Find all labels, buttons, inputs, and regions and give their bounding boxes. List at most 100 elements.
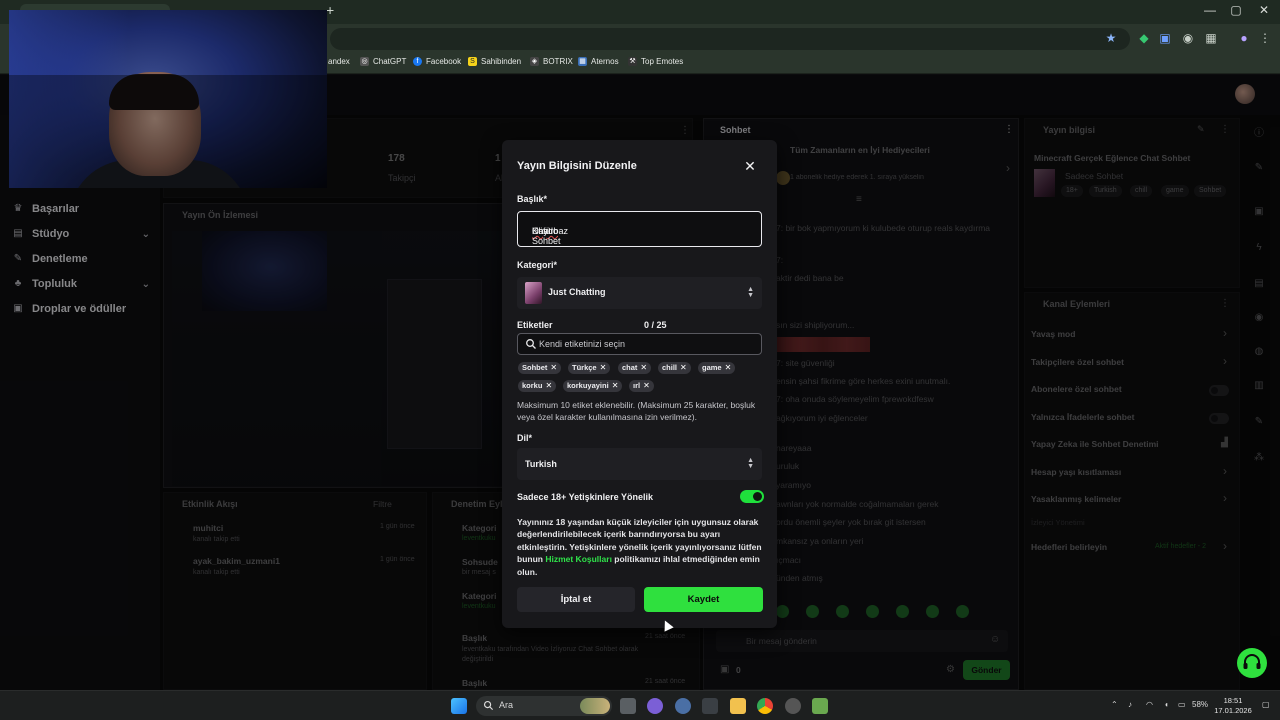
minimize-icon[interactable]: — — [1196, 3, 1224, 17]
category-label: Kategori* — [517, 260, 558, 270]
select-arrows-icon: ▲ ▼ — [747, 286, 754, 299]
mic-icon[interactable]: ♪ — [1128, 700, 1132, 709]
extensions-puzzle-icon[interactable]: ▦ — [1204, 31, 1218, 45]
bookmark-facebook[interactable]: f Facebook — [413, 57, 461, 66]
task-view-icon[interactable] — [620, 698, 636, 714]
settings-icon[interactable] — [675, 698, 691, 714]
remove-tag-icon[interactable]: ✕ — [612, 381, 619, 390]
notifications-icon[interactable]: ▢ — [1262, 700, 1270, 709]
tag-chip[interactable]: game ✕ — [698, 362, 736, 374]
category-thumbnail — [525, 282, 542, 304]
bookmark-label: Top Emotes — [641, 57, 684, 66]
extension-icon[interactable]: ◉ — [1181, 31, 1195, 45]
tag-chip[interactable]: korku ✕ — [518, 380, 557, 392]
tags-label: Etiketler — [517, 320, 553, 330]
clock-time: 18:51 — [1223, 696, 1243, 705]
bookmark-label: Aternos — [591, 57, 619, 66]
headset-icon — [1243, 654, 1261, 669]
tags-counter: 0 / 25 — [644, 320, 667, 330]
search-icon — [526, 339, 536, 349]
cancel-button[interactable]: İptal et — [517, 587, 635, 612]
battery-icon[interactable]: ▭ — [1178, 700, 1186, 709]
remove-tag-icon[interactable]: ✕ — [545, 381, 552, 390]
translate-icon[interactable]: ▣ — [1158, 31, 1172, 45]
bookmark-chatgpt[interactable]: ◎ ChatGPT — [360, 57, 406, 66]
edit-stream-info-modal: Yayın Bilgisini Düzenle ✕ Başlık* Küfürb… — [502, 140, 777, 628]
tag-chip[interactable]: Türkçe ✕ — [568, 362, 611, 374]
help-chat-button[interactable] — [1237, 648, 1267, 678]
tag-search-input[interactable]: Kendi etiketinizi seçin — [517, 333, 762, 355]
terms-link[interactable]: Hizmet Koşulları — [545, 554, 612, 564]
close-window-icon[interactable]: ✕ — [1250, 3, 1278, 17]
file-explorer-icon[interactable] — [730, 698, 746, 714]
tray-chevron-icon[interactable]: ⌃ — [1111, 700, 1118, 709]
category-select[interactable]: Just Chatting ▲ ▼ — [517, 277, 762, 309]
tag-chip[interactable]: chat ✕ — [618, 362, 652, 374]
remove-tag-icon[interactable]: ✕ — [550, 363, 557, 372]
battery-percent: 58% — [1192, 700, 1209, 709]
bookmark-star-icon[interactable]: ★ — [1104, 31, 1118, 45]
tag-search-placeholder: Kendi etiketinizi seçin — [539, 339, 626, 349]
bookmark-label: ChatGPT — [373, 57, 407, 66]
toggle-knob — [753, 492, 762, 501]
address-bar[interactable] — [330, 28, 1130, 50]
bookmark-label: BOTRIX — [543, 57, 573, 66]
wifi-icon[interactable]: ◠ — [1146, 700, 1153, 709]
sahibinden-icon: S — [468, 57, 477, 66]
store-icon[interactable] — [702, 698, 718, 714]
new-tab-icon[interactable]: + — [326, 2, 334, 18]
aternos-icon: ▦ — [578, 57, 587, 66]
tag-chip[interactable]: korkuyayini ✕ — [563, 380, 623, 392]
language-label: Dil* — [517, 433, 533, 443]
modal-title: Yayın Bilgisini Düzenle — [517, 160, 637, 172]
facebook-icon: f — [413, 57, 422, 66]
chrome-icon[interactable] — [757, 698, 773, 714]
language-value: Turkish — [525, 459, 557, 469]
app-icon[interactable] — [647, 698, 663, 714]
taskbar-search[interactable]: Ara — [476, 696, 612, 716]
bookmark-label: Facebook — [426, 57, 462, 66]
bookmark-label: Sahibinden — [481, 57, 522, 66]
adult-content-notice: Yayınınız 18 yaşından küçük izleyiciler … — [517, 517, 762, 577]
tag-chip[interactable]: ırl ✕ — [629, 380, 654, 392]
adult-content-toggle[interactable] — [740, 490, 764, 503]
close-icon[interactable]: ✕ — [742, 158, 758, 174]
extension-shield-icon[interactable]: ◆ — [1137, 31, 1151, 45]
search-icon — [483, 700, 494, 711]
adult-content-label: Sadece 18+ Yetişkinlere Yönelik — [517, 492, 654, 502]
bookmark-label: andex — [328, 57, 350, 66]
clock-date: 17.01.2026 — [1214, 706, 1252, 715]
bookmark-botrix[interactable]: ◈ BOTRIX — [530, 57, 573, 66]
title-label: Başlık* — [517, 194, 548, 204]
stream-title-input[interactable]: Küfürbaz Haydo Chat Sohbet — [517, 211, 762, 247]
windows-taskbar: Ara ⌃ ♪ ◠ ◖ ▭ 58% 18:51 17.01.2026 ▢ — [0, 690, 1280, 720]
remove-tag-icon[interactable]: ✕ — [600, 363, 607, 372]
remove-tag-icon[interactable]: ✕ — [640, 363, 647, 372]
volume-icon[interactable]: ◖ — [1164, 700, 1169, 709]
bookmark-sahibinden[interactable]: S Sahibinden — [468, 57, 521, 66]
taskbar-search-label: Ara — [499, 700, 514, 710]
search-highlight-image — [580, 698, 610, 714]
tag-chip[interactable]: Sohbet ✕ — [518, 362, 562, 374]
tag-chip[interactable]: chill ✕ — [658, 362, 691, 374]
windows-start-icon[interactable] — [451, 698, 467, 714]
remove-tag-icon[interactable]: ✕ — [680, 363, 687, 372]
tags-hint: Maksimum 10 etiket eklenebilir. (Maksimu… — [517, 400, 756, 422]
menu-kebab-icon[interactable]: ⋮ — [1258, 31, 1272, 45]
remove-tag-icon[interactable]: ✕ — [643, 381, 650, 390]
bookmark-yandex[interactable]: andex — [328, 57, 350, 66]
maximize-icon[interactable]: ▢ — [1222, 3, 1250, 17]
clock[interactable]: 18:51 17.01.2026 — [1213, 696, 1253, 716]
chatgpt-icon: ◎ — [360, 57, 369, 66]
select-arrows-icon: ▲ ▼ — [747, 457, 754, 470]
minecraft-icon[interactable] — [812, 698, 828, 714]
app-icon[interactable] — [785, 698, 801, 714]
top-emotes-icon: ⚒ — [628, 57, 637, 66]
save-button[interactable]: Kaydet — [644, 587, 763, 612]
bookmark-aternos[interactable]: ▦ Aternos — [578, 57, 619, 66]
profile-icon[interactable]: ● — [1237, 31, 1251, 45]
language-select[interactable]: Turkish ▲ ▼ — [517, 448, 762, 480]
bookmark-top-emotes[interactable]: ⚒ Top Emotes — [628, 57, 683, 66]
remove-tag-icon[interactable]: ✕ — [725, 363, 732, 372]
category-value: Just Chatting — [548, 287, 606, 297]
